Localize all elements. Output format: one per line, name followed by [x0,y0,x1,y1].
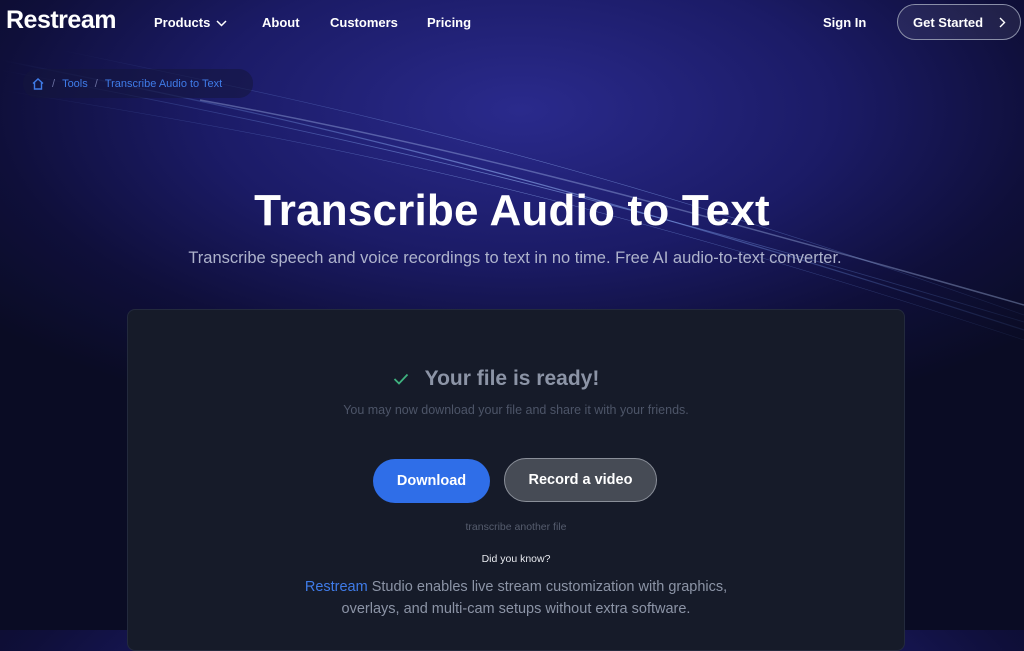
ready-title: Your file is ready! [424,367,600,390]
page-title: Transcribe Audio to Text [254,186,770,235]
ready-description: You may now download your file and share… [343,403,689,417]
download-button[interactable]: Download [373,459,490,503]
sign-in-link[interactable]: Sign In [823,15,866,30]
breadcrumb-separator: / [94,77,98,90]
top-navigation: Restream Products About Customers Pricin… [0,0,1024,44]
nav-pricing[interactable]: Pricing [427,15,471,30]
breadcrumb-tools[interactable]: Tools [62,78,88,90]
record-video-button[interactable]: Record a video [504,458,657,502]
chevron-down-icon [216,20,227,27]
breadcrumb-current[interactable]: Transcribe Audio to Text [105,78,222,90]
nav-customers[interactable]: Customers [330,15,398,30]
result-card: Your file is ready! You may now download… [127,309,905,651]
restream-link[interactable]: Restream [305,579,368,595]
transcribe-another-link[interactable]: transcribe another file [128,521,904,533]
check-icon [393,373,408,385]
nav-products-label: Products [154,15,211,30]
get-started-label: Get Started [913,14,984,30]
tip-body: Studio enables live stream customization… [341,579,728,617]
chevron-right-icon [999,17,1006,28]
page-subtitle: Transcribe speech and voice recordings t… [188,249,842,267]
did-you-know-heading: Did you know? [481,553,551,565]
nav-about[interactable]: About [262,15,300,30]
breadcrumb-separator: / [52,77,56,90]
home-icon[interactable] [31,77,45,91]
tip-text: Restream Studio enables live stream cust… [278,576,754,620]
ready-heading: Your file is ready! [128,367,904,391]
get-started-button[interactable]: Get Started [897,4,1021,40]
nav-products[interactable]: Products [154,15,227,30]
breadcrumb: / Tools / Transcribe Audio to Text [23,69,253,98]
restream-logo[interactable]: Restream [6,6,116,35]
